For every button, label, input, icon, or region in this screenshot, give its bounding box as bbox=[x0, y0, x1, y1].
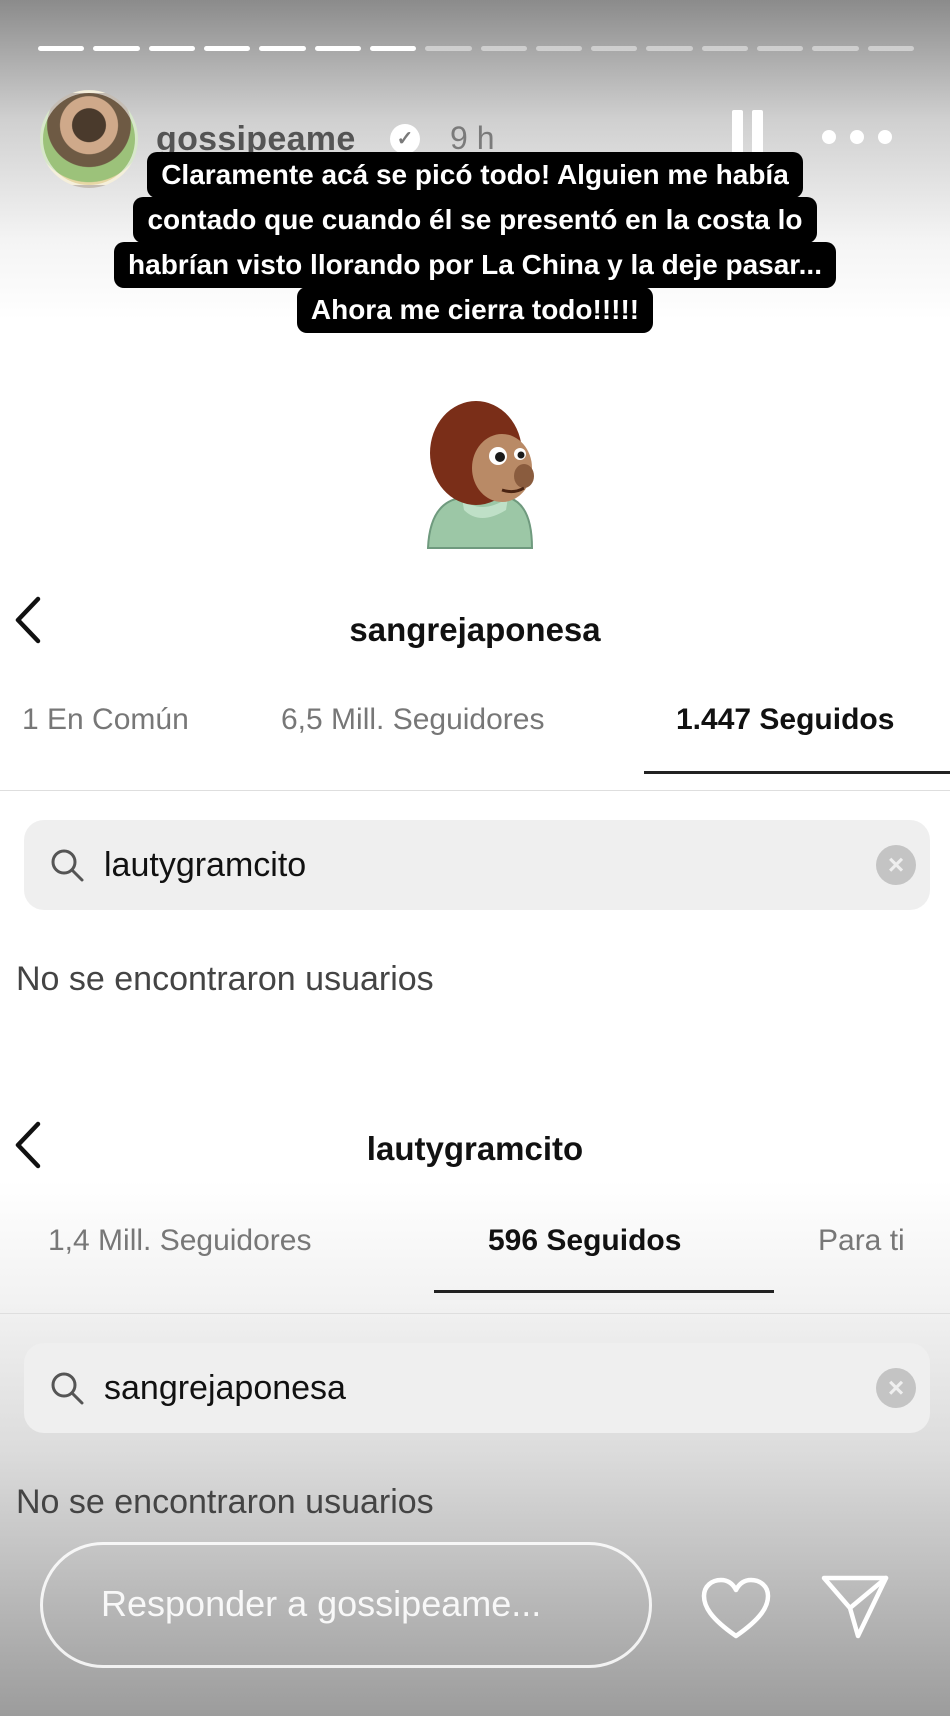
send-icon[interactable] bbox=[820, 1572, 890, 1642]
profile-tabs: 1,4 Mill. Seguidores 596 Seguidos Para t… bbox=[0, 1204, 950, 1293]
progress-segment bbox=[591, 46, 638, 51]
reply-placeholder: Responder a gossipeame... bbox=[101, 1583, 542, 1624]
progress-segment bbox=[369, 46, 417, 51]
caption-line: Ahora me cierra todo!!!!! bbox=[296, 287, 654, 333]
profile-title: sangrejaponesa bbox=[349, 611, 601, 648]
progress-segment bbox=[480, 46, 527, 51]
verified-badge-icon: ✓ bbox=[390, 124, 420, 154]
search-bar: × bbox=[24, 820, 930, 910]
caption-line: Claramente acá se picó todo! Alguien me … bbox=[147, 152, 803, 198]
progress-segment bbox=[38, 46, 85, 51]
tab-seguidores[interactable]: 6,5 Mill. Seguidores bbox=[281, 703, 544, 737]
tab-en-comun[interactable]: 1 En Común bbox=[22, 703, 189, 737]
caption-line: habrían visto llorando por La China y la… bbox=[114, 242, 836, 288]
story-progress-bar bbox=[38, 46, 914, 52]
progress-segment bbox=[93, 46, 140, 51]
progress-segment bbox=[646, 46, 693, 51]
divider bbox=[0, 790, 950, 791]
profile-tabs: 1 En Común 6,5 Mill. Seguidores 1.447 Se… bbox=[0, 683, 950, 774]
reply-input[interactable]: Responder a gossipeame... bbox=[40, 1542, 652, 1668]
story-viewer: gossipeame ✓ 9 h Claramente acá se picó … bbox=[0, 0, 950, 1716]
story-caption: Claramente acá se picó todo! Alguien me … bbox=[0, 152, 950, 333]
profile-title: lautygramcito bbox=[366, 1130, 584, 1167]
tab-seguidores[interactable]: 1,4 Mill. Seguidores bbox=[48, 1224, 311, 1258]
progress-segment bbox=[867, 46, 914, 51]
search-icon bbox=[51, 1372, 84, 1405]
empty-results-text: No se encontraron usuarios bbox=[16, 1483, 434, 1521]
search-bar: × bbox=[24, 1343, 930, 1433]
active-tab-indicator bbox=[644, 771, 950, 774]
progress-segment bbox=[314, 46, 361, 51]
progress-segment bbox=[701, 46, 749, 51]
caption-line: contado que cuando él se presentó en la … bbox=[133, 197, 817, 243]
progress-segment bbox=[203, 46, 251, 51]
monkey-puppet-sticker bbox=[426, 401, 534, 549]
empty-results-text: No se encontraron usuarios bbox=[16, 960, 434, 998]
active-tab-indicator bbox=[434, 1290, 774, 1293]
following-panel-1: sangrejaponesa 1 En Común 6,5 Mill. Segu… bbox=[0, 585, 950, 1035]
divider bbox=[0, 1313, 950, 1314]
tab-para-ti[interactable]: Para ti bbox=[818, 1224, 905, 1258]
search-input[interactable] bbox=[104, 836, 844, 894]
clear-icon[interactable]: × bbox=[876, 1368, 916, 1408]
tab-seguidos[interactable]: 596 Seguidos bbox=[488, 1224, 681, 1258]
clear-icon[interactable]: × bbox=[876, 845, 916, 885]
progress-segment bbox=[757, 46, 804, 51]
search-icon bbox=[51, 849, 84, 882]
progress-segment bbox=[148, 46, 195, 51]
more-icon[interactable] bbox=[822, 130, 892, 144]
tab-seguidos[interactable]: 1.447 Seguidos bbox=[676, 703, 894, 737]
progress-segment bbox=[535, 46, 583, 51]
heart-icon[interactable] bbox=[700, 1576, 772, 1640]
pause-icon[interactable] bbox=[732, 110, 772, 156]
progress-segment bbox=[259, 46, 306, 51]
following-panel-2: lautygramcito 1,4 Mill. Seguidores 596 S… bbox=[0, 1108, 950, 1528]
progress-segment bbox=[812, 46, 859, 51]
progress-segment bbox=[425, 46, 472, 51]
search-input[interactable] bbox=[104, 1359, 844, 1417]
